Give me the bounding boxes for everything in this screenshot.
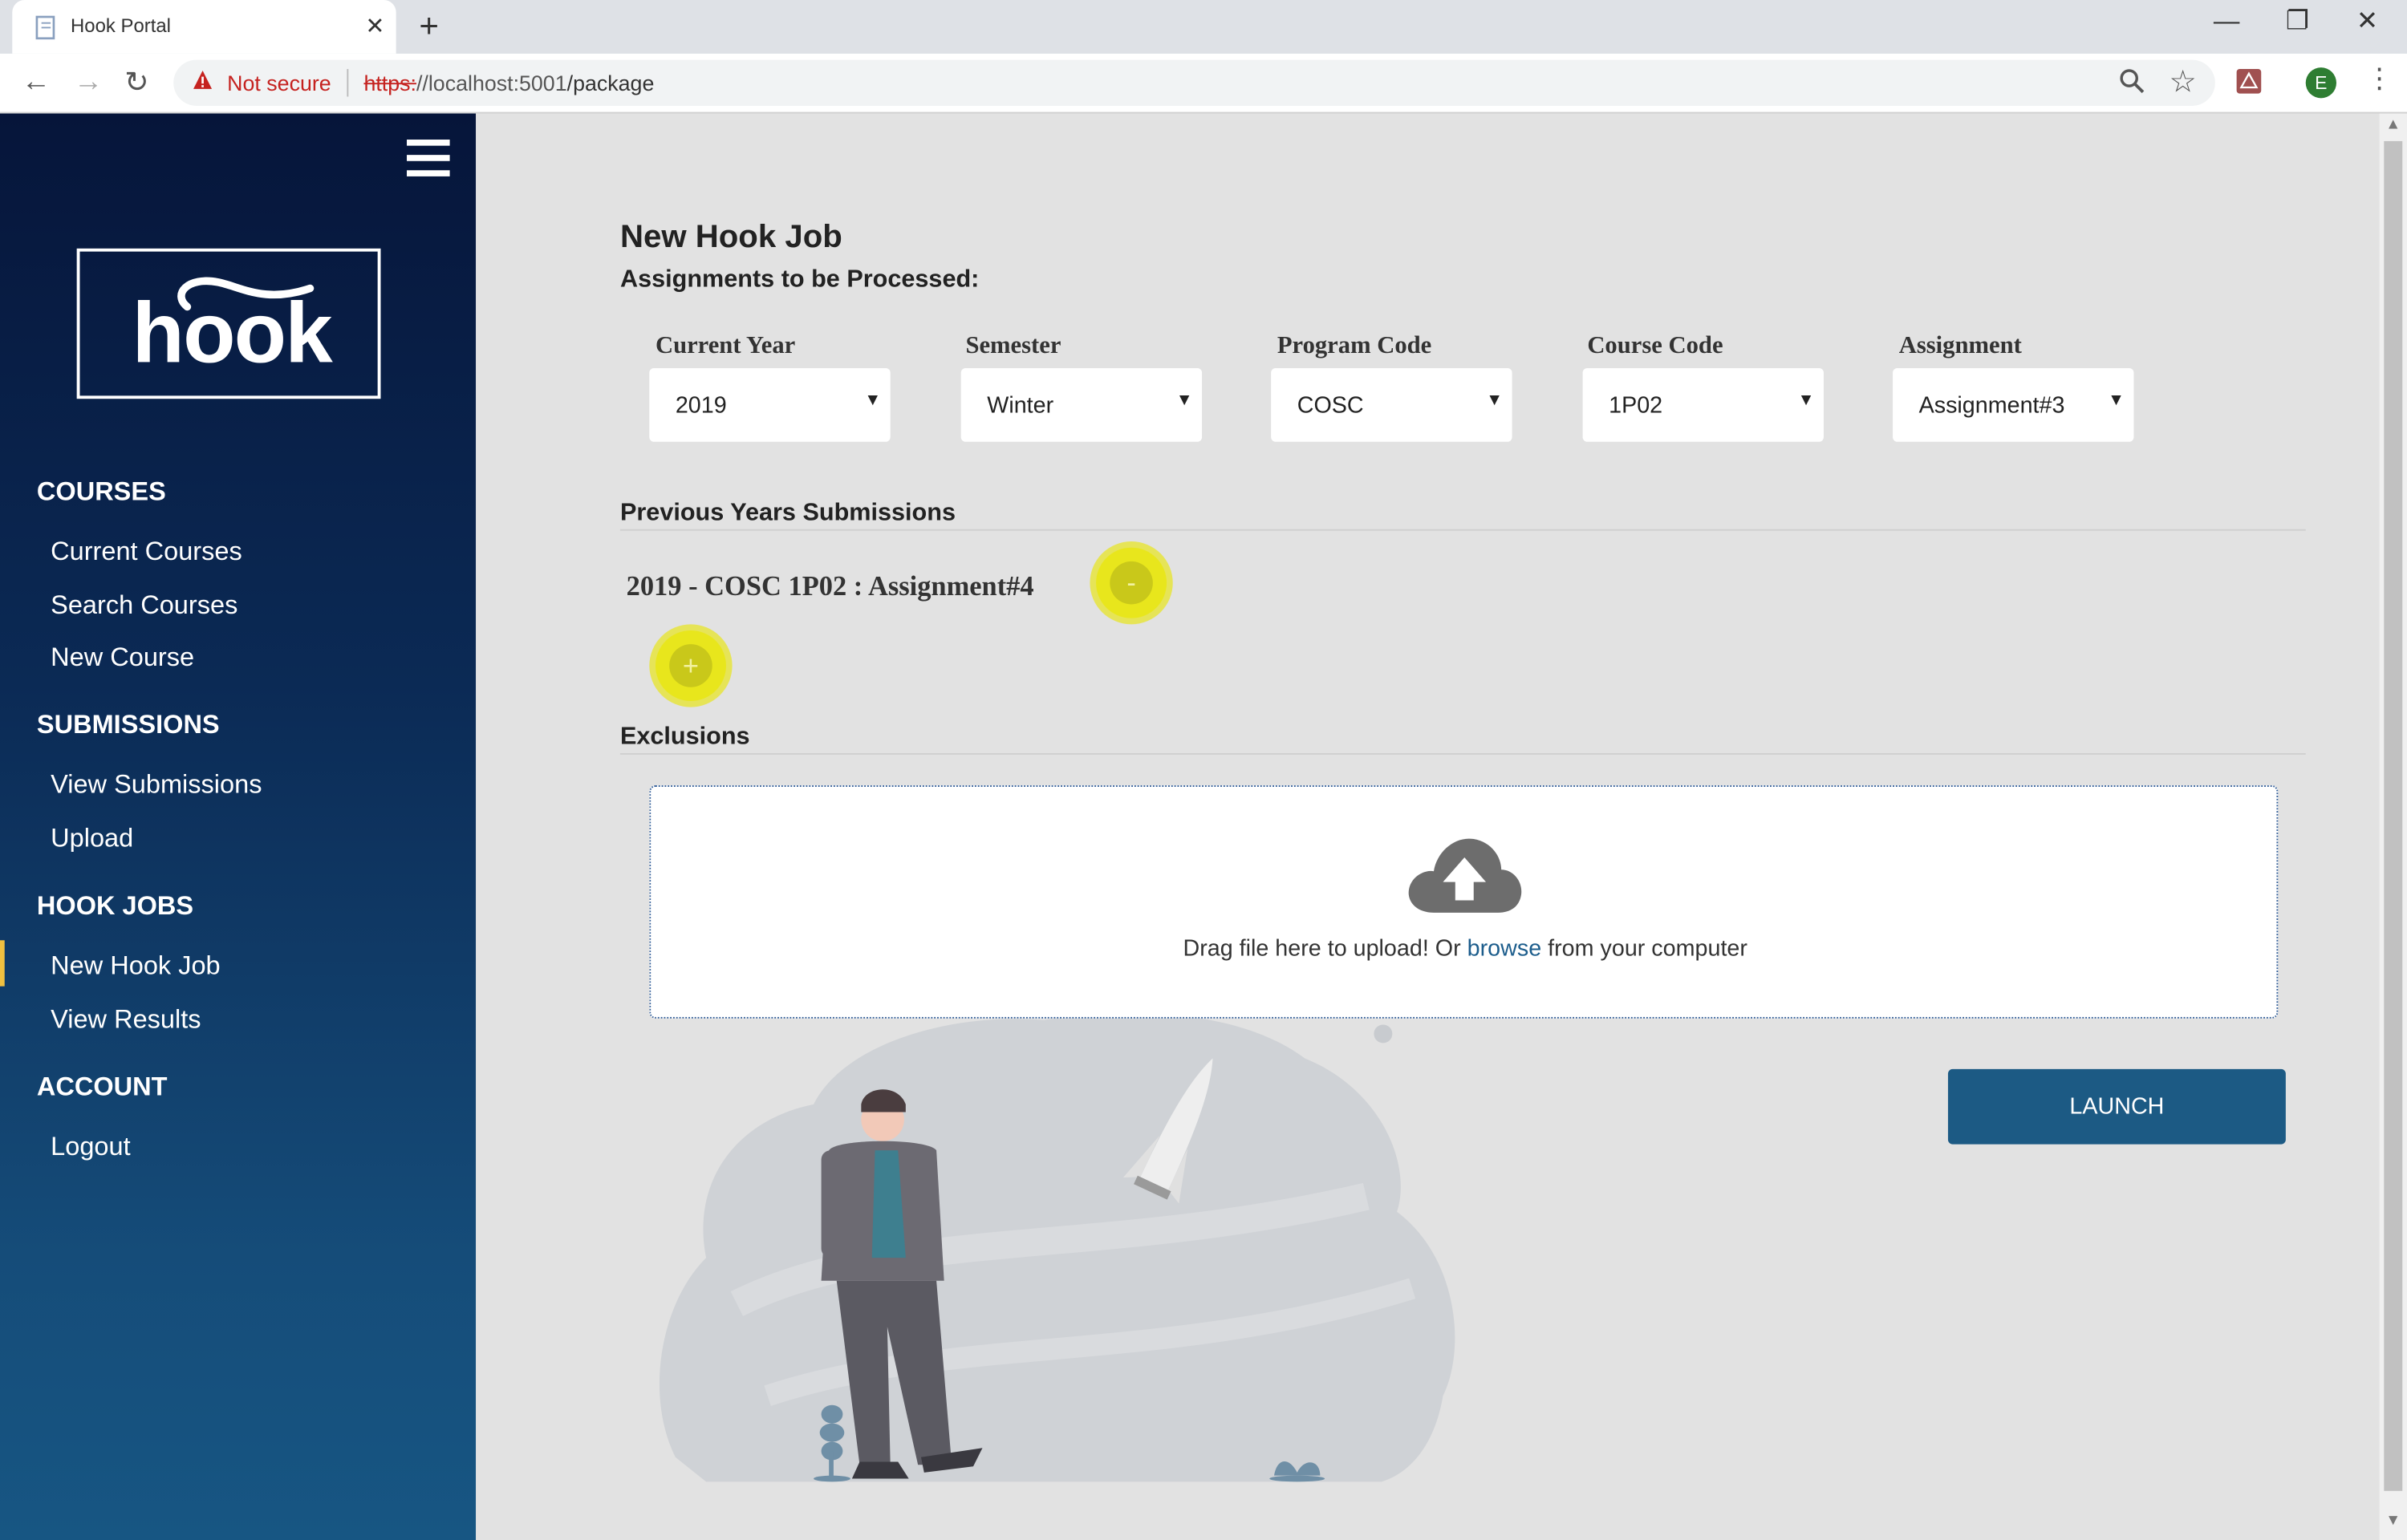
nav-item-logout[interactable]: Logout — [51, 1132, 130, 1162]
page-scrollbar[interactable]: ▲ ▼ — [2379, 113, 2407, 1540]
scroll-down-icon[interactable]: ▼ — [2385, 1513, 2401, 1530]
nav-item-upload[interactable]: Upload — [51, 824, 133, 854]
zoom-icon[interactable] — [2118, 67, 2145, 95]
nav-item-new-hook-job[interactable]: New Hook Job — [51, 951, 221, 982]
current-year-label: Current Year — [655, 332, 796, 359]
previous-submission-entry: 2019 - COSC 1P02 : Assignment#4 — [626, 570, 1034, 602]
assignment-select[interactable]: Assignment#3 ▼ — [1893, 367, 2134, 442]
address-separator — [347, 69, 349, 97]
close-tab-icon[interactable]: ✕ — [365, 12, 384, 40]
browser-tab[interactable]: Hook Portal ✕ — [12, 0, 396, 54]
minimize-icon[interactable]: — — [2214, 6, 2240, 37]
scrollbar-thumb[interactable] — [2384, 140, 2403, 1491]
cloud-upload-icon — [1408, 838, 1522, 913]
previous-submissions-title: Previous Years Submissions — [619, 500, 956, 526]
dropzone-text: Drag file here to upload! Or browse from… — [651, 936, 2279, 962]
page-icon — [35, 15, 55, 40]
launch-button[interactable]: LAUNCH — [1947, 1068, 2286, 1145]
chevron-down-icon: ▼ — [864, 391, 882, 410]
logo-text: hook — [132, 283, 333, 381]
page-title: New Hook Job — [619, 219, 842, 255]
close-window-icon[interactable]: ✕ — [2356, 6, 2378, 37]
url-path: /package — [566, 70, 655, 95]
nav-heading-submissions: SUBMISSIONS — [36, 710, 220, 740]
section-divider — [619, 752, 2306, 755]
bookmark-star-icon[interactable]: ☆ — [2169, 63, 2196, 101]
chevron-down-icon: ▼ — [2108, 391, 2125, 410]
browser-menu-icon[interactable]: ⋮ — [2365, 63, 2393, 95]
new-tab-button[interactable]: + — [419, 6, 439, 47]
dropzone-text-before: Drag file here to upload! Or — [1183, 935, 1467, 962]
profile-avatar[interactable]: E — [2305, 67, 2336, 99]
assignment-label: Assignment — [1898, 332, 2022, 359]
security-label[interactable]: Not secure — [227, 71, 331, 95]
nav-item-view-results[interactable]: View Results — [51, 1005, 201, 1035]
nav-item-current-courses[interactable]: Current Courses — [51, 537, 242, 567]
exclusions-title: Exclusions — [619, 723, 750, 751]
back-icon[interactable]: ← — [22, 66, 51, 99]
current-year-select[interactable]: 2019 ▼ — [649, 367, 891, 442]
minus-icon: - — [1110, 561, 1153, 605]
add-submission-button[interactable]: + — [655, 630, 726, 701]
address-bar[interactable]: Not secure https://localhost:5001/packag… — [173, 59, 2215, 106]
restore-icon[interactable]: ❐ — [2286, 6, 2309, 37]
remove-submission-button[interactable]: - — [1096, 547, 1167, 618]
browse-link[interactable]: browse — [1467, 936, 1542, 962]
reload-icon[interactable]: ↻ — [124, 66, 148, 101]
url-host: //localhost:5001 — [416, 70, 567, 95]
hook-logo: hook — [76, 248, 381, 399]
course-code-value: 1P02 — [1609, 392, 1663, 419]
active-indicator — [0, 940, 5, 987]
nav-heading-account: ACCOUNT — [36, 1072, 168, 1102]
course-code-select[interactable]: 1P02 ▼ — [1582, 367, 1824, 442]
semester-value: Winter — [987, 392, 1054, 419]
scroll-up-icon[interactable]: ▲ — [2385, 116, 2401, 133]
nav-item-search-courses[interactable]: Search Courses — [51, 590, 237, 621]
browser-tab-bar: Hook Portal ✕ + — ❐ ✕ — [0, 0, 2407, 54]
forward-icon[interactable]: → — [74, 66, 103, 99]
dropzone-text-after: from your computer — [1541, 935, 1747, 962]
semester-select[interactable]: Winter ▼ — [960, 367, 1203, 442]
pdf-extension-icon[interactable] — [2235, 67, 2263, 95]
hamburger-menu-icon[interactable] — [407, 140, 450, 176]
program-code-value: COSC — [1297, 392, 1364, 419]
browser-toolbar: ← → ↻ Not secure https://localhost:5001/… — [0, 53, 2407, 114]
course-code-label: Course Code — [1587, 332, 1723, 359]
url-text[interactable]: https://localhost:5001/package — [363, 71, 654, 95]
tab-title: Hook Portal — [71, 15, 171, 37]
nav-heading-courses: COURSES — [36, 476, 166, 507]
file-dropzone[interactable]: Drag file here to upload! Or browse from… — [649, 785, 2279, 1019]
nav-item-view-submissions[interactable]: View Submissions — [51, 770, 262, 800]
program-code-select[interactable]: COSC ▼ — [1271, 367, 1512, 442]
section-divider — [619, 529, 2306, 531]
program-code-label: Program Code — [1277, 332, 1432, 359]
chevron-down-icon: ▼ — [1175, 391, 1193, 410]
chevron-down-icon: ▼ — [1486, 391, 1504, 410]
assignments-subtitle: Assignments to be Processed: — [619, 266, 980, 294]
nav-heading-hook-jobs: HOOK JOBS — [36, 891, 194, 921]
semester-label: Semester — [965, 332, 1061, 359]
warning-icon — [193, 70, 213, 89]
launch-illustration — [659, 1012, 1455, 1482]
plus-icon: + — [669, 644, 712, 687]
assignment-value: Assignment#3 — [1918, 392, 2065, 419]
nav-item-new-course[interactable]: New Course — [51, 642, 194, 673]
current-year-value: 2019 — [675, 392, 727, 419]
chevron-down-icon: ▼ — [1797, 391, 1815, 410]
sidebar: hook COURSES Current Courses Search Cour… — [0, 113, 477, 1540]
url-scheme: https: — [363, 70, 416, 95]
